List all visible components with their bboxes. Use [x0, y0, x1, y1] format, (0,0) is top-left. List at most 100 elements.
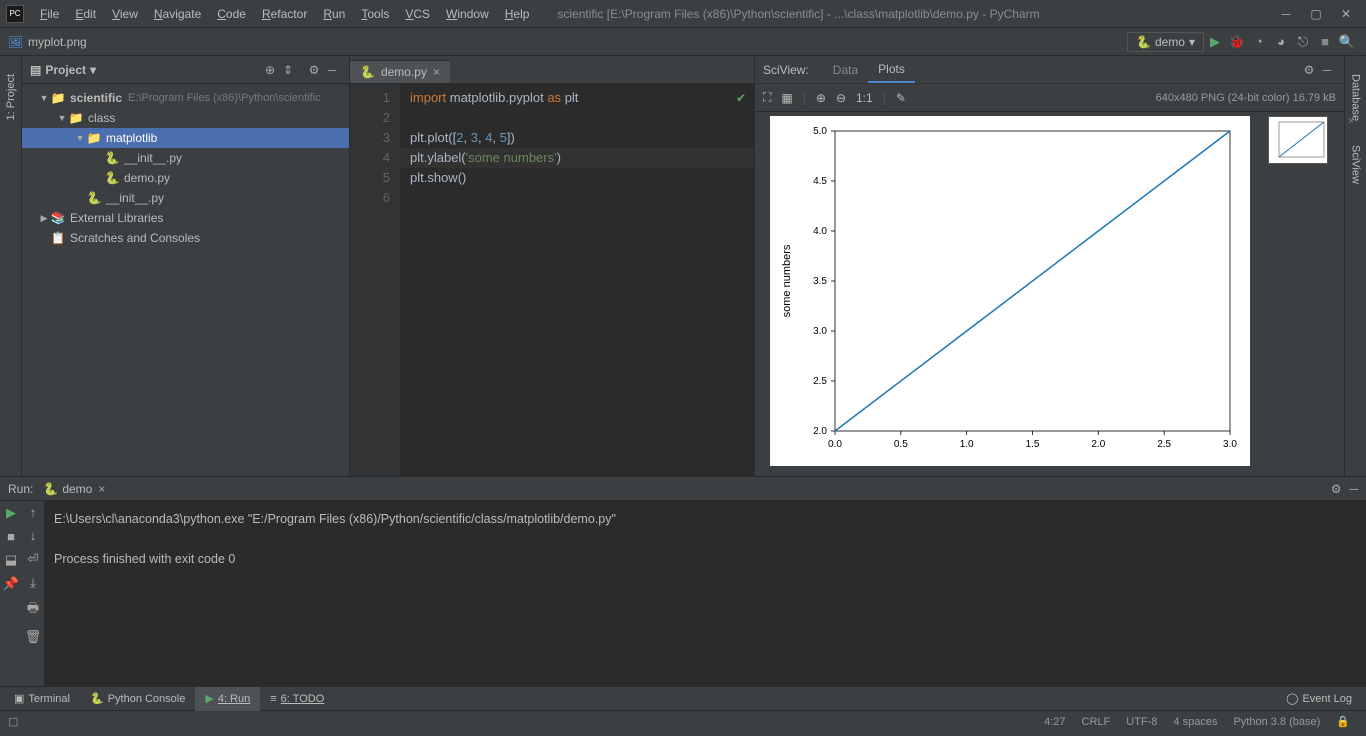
menu-vcs[interactable]: VCS [397, 7, 438, 21]
color-picker-icon[interactable]: ✎ [896, 91, 906, 105]
down-icon[interactable]: ↓ [30, 528, 37, 543]
run-console-output[interactable]: E:\Users\cl\anaconda3\python.exe "E:/Pro… [44, 501, 1366, 686]
terminal-tab[interactable]: ▣Terminal [4, 687, 80, 711]
project-tool-window: ▤ Project ▾ ⊕ ⇕ ⚙ ─ ▼📁scientificE:\Progr… [22, 56, 350, 476]
svg-text:2.5: 2.5 [1157, 439, 1171, 450]
svg-text:3.5: 3.5 [813, 276, 827, 287]
code-content[interactable]: ✔ import matplotlib.pyplot as plt plt.pl… [400, 84, 754, 476]
close-thumbnail-icon[interactable]: × [1348, 116, 1354, 127]
menu-edit[interactable]: Edit [67, 7, 104, 21]
status-icon[interactable]: ▢ [8, 715, 18, 728]
run-tab[interactable]: ▶4: Run [195, 687, 260, 711]
tree-node--init-py[interactable]: 🐍__init__.py [22, 188, 349, 208]
run-button-icon[interactable]: ▶ [1204, 34, 1226, 50]
sciview-tab-plots[interactable]: Plots [868, 56, 915, 83]
todo-tab[interactable]: ≡6: TODO [260, 687, 334, 711]
line-separator[interactable]: CRLF [1074, 716, 1119, 728]
editor-tab-demo[interactable]: 🐍 demo.py × [350, 60, 450, 83]
menu-help[interactable]: Help [497, 7, 538, 21]
search-everywhere-icon[interactable]: 🔍 [1336, 34, 1358, 50]
hide-panel-icon[interactable]: ─ [323, 63, 341, 77]
run-panel-title: Run: [8, 482, 33, 496]
hide-panel-icon[interactable]: ─ [1318, 63, 1336, 77]
close-icon[interactable]: ✕ [1340, 7, 1352, 21]
python-file-icon: 🐍 [360, 65, 375, 79]
svg-text:2.0: 2.0 [1091, 439, 1105, 450]
run-tab-label[interactable]: demo [62, 482, 92, 496]
project-panel-title[interactable]: ▤ Project ▾ [30, 63, 96, 77]
up-icon[interactable]: ↑ [30, 505, 37, 520]
tree-node-matplotlib[interactable]: ▼📁matplotlib [22, 128, 349, 148]
run-actions-right: ↑ ↓ ⏎ ⤓ 🖶 🗑 [22, 501, 44, 686]
run-configuration-selector[interactable]: 🐍 demo ▾ [1127, 32, 1204, 52]
tree-node--init-py[interactable]: 🐍__init__.py [22, 148, 349, 168]
close-tab-icon[interactable]: × [433, 65, 440, 79]
scroll-end-icon[interactable]: ⤓ [30, 575, 36, 591]
breadcrumb-file[interactable]: myplot.png [28, 35, 87, 49]
editor-area: 🐍 demo.py × 123456 ✔ import matplotlib.p… [350, 56, 754, 476]
interpreter[interactable]: Python 3.8 (base) [1225, 716, 1328, 728]
actual-size-label[interactable]: 1:1 [856, 91, 873, 105]
svg-text:1.0: 1.0 [959, 439, 973, 450]
sciview-label: SciView: [763, 63, 809, 77]
profile-icon[interactable]: ◕ [1270, 34, 1292, 49]
layout-icon[interactable]: ⬓ [5, 552, 17, 568]
gear-icon[interactable]: ⚙ [1300, 63, 1318, 77]
project-tool-tab[interactable]: 1: Project [3, 66, 19, 128]
tree-node-class[interactable]: ▼📁class [22, 108, 349, 128]
plot-thumbnail[interactable] [1268, 116, 1328, 164]
editor-tabs: 🐍 demo.py × [350, 56, 754, 84]
stop-icon[interactable]: ■ [1314, 34, 1336, 49]
stop-icon[interactable]: ■ [7, 529, 15, 544]
gear-icon[interactable]: ⚙ [1331, 482, 1342, 496]
tree-node-scientific[interactable]: ▼📁scientificE:\Program Files (x86)\Pytho… [22, 88, 349, 108]
menu-window[interactable]: Window [438, 7, 497, 21]
debug-button-icon[interactable]: 🐞 [1226, 34, 1248, 50]
run-body: ▶ ■ ⬓ 📌 ↑ ↓ ⏎ ⤓ 🖶 🗑 E:\Users\cl\anaconda… [0, 501, 1366, 686]
menu-code[interactable]: Code [209, 7, 254, 21]
project-tree[interactable]: ▼📁scientificE:\Program Files (x86)\Pytho… [22, 84, 349, 252]
locate-icon[interactable]: ⊕ [261, 63, 279, 77]
attach-icon[interactable]: ⎋ [1292, 34, 1314, 50]
indent-setting[interactable]: 4 spaces [1165, 716, 1225, 728]
lock-icon[interactable]: 🔒 [1328, 715, 1358, 728]
rerun-icon[interactable]: ▶ [6, 505, 16, 521]
menu-file[interactable]: File [32, 7, 67, 21]
menu-navigate[interactable]: Navigate [146, 7, 209, 21]
print-icon[interactable]: 🖶 [27, 599, 39, 621]
maximize-icon[interactable]: ▢ [1310, 7, 1322, 21]
event-log-tab[interactable]: ◯Event Log [1276, 687, 1362, 711]
hide-panel-icon[interactable]: ─ [1349, 482, 1358, 496]
file-encoding[interactable]: UTF-8 [1118, 716, 1165, 728]
window-controls: ─ ▢ ✕ [1280, 7, 1360, 21]
soft-wrap-icon[interactable]: ⏎ [28, 551, 39, 567]
menu-view[interactable]: View [104, 7, 146, 21]
code-editor[interactable]: 123456 ✔ import matplotlib.pyplot as plt… [350, 84, 754, 476]
chevron-down-icon: ▾ [90, 63, 96, 77]
close-run-tab-icon[interactable]: × [98, 482, 105, 496]
fit-icon[interactable]: ⛶ [763, 90, 771, 105]
tree-node-demo-py[interactable]: 🐍demo.py [22, 168, 349, 188]
sciview-tool-tab[interactable]: SciView [1348, 137, 1364, 192]
window-title: scientific [E:\Program Files (x86)\Pytho… [557, 7, 1280, 21]
run-coverage-icon[interactable]: ◔ [1248, 34, 1270, 49]
menu-run[interactable]: Run [315, 7, 353, 21]
grid-icon[interactable]: ▦ [781, 91, 792, 105]
clear-icon[interactable]: 🗑 [25, 629, 42, 645]
menu-refactor[interactable]: Refactor [254, 7, 315, 21]
zoom-out-icon[interactable]: ⊖ [836, 91, 846, 105]
gear-icon[interactable]: ⚙ [305, 63, 323, 77]
zoom-in-icon[interactable]: ⊕ [816, 91, 826, 105]
expand-all-icon[interactable]: ⇕ [279, 63, 297, 77]
cursor-position[interactable]: 4:27 [1036, 716, 1073, 728]
minimize-icon[interactable]: ─ [1280, 7, 1292, 21]
menu-tools[interactable]: Tools [353, 7, 397, 21]
sciview-header: SciView: Data Plots ⚙ ─ [755, 56, 1344, 84]
pin-icon[interactable]: 📌 [3, 576, 19, 592]
plot-canvas[interactable]: 0.00.51.01.52.02.53.02.02.53.03.54.04.55… [755, 112, 1264, 476]
sciview-tab-data[interactable]: Data [823, 56, 868, 83]
python-console-tab[interactable]: 🐍Python Console [80, 687, 195, 711]
tree-node-external-libraries[interactable]: ▶📚External Libraries [22, 208, 349, 228]
tree-node-scratches-and-consoles[interactable]: 📋Scratches and Consoles [22, 228, 349, 248]
svg-text:1.5: 1.5 [1025, 439, 1039, 450]
